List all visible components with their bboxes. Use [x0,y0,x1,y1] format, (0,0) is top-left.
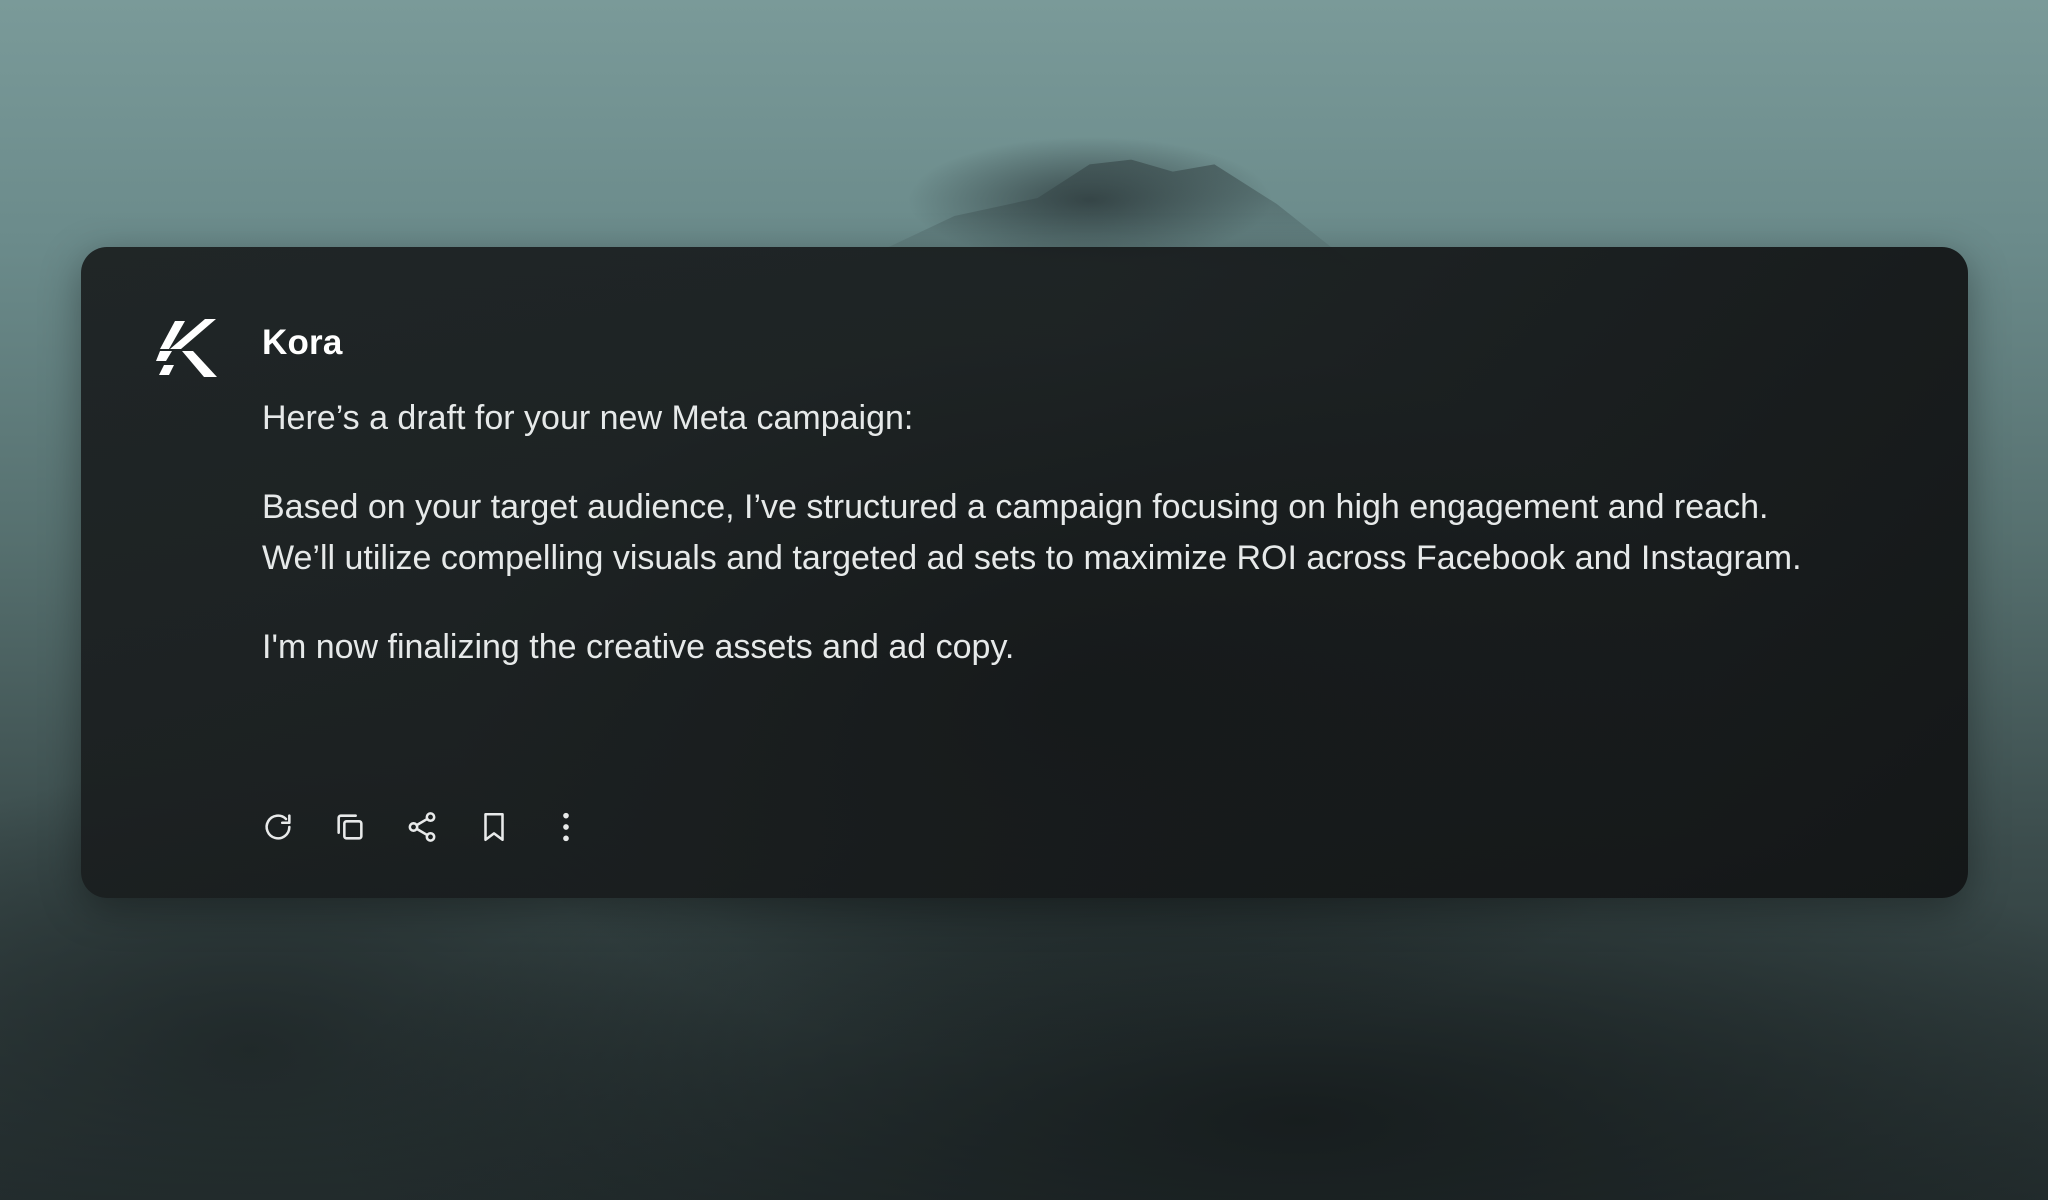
bookmark-button[interactable] [476,809,512,845]
copy-icon [337,814,363,840]
message-actions [260,809,584,845]
more-options-button[interactable] [548,809,584,845]
sender-name: Kora [262,323,343,362]
more-vertical-icon [563,812,569,842]
message-body: Based on your target audience, I’ve stru… [262,487,1802,578]
share-icon [408,812,436,842]
copy-button[interactable] [332,809,368,845]
kora-logo-icon [155,315,219,379]
message-status: I'm now finalizing the creative assets a… [262,627,1015,666]
message-intro: Here’s a draft for your new Meta campaig… [262,399,914,437]
regenerate-button[interactable] [260,809,296,845]
message-content: Here’s a draft for your new Meta campaig… [262,393,1822,673]
assistant-message-card: Kora Here’s a draft for your new Meta ca… [81,247,1968,898]
share-button[interactable] [404,809,440,845]
regenerate-icon [265,814,291,840]
bookmark-icon [484,812,504,842]
